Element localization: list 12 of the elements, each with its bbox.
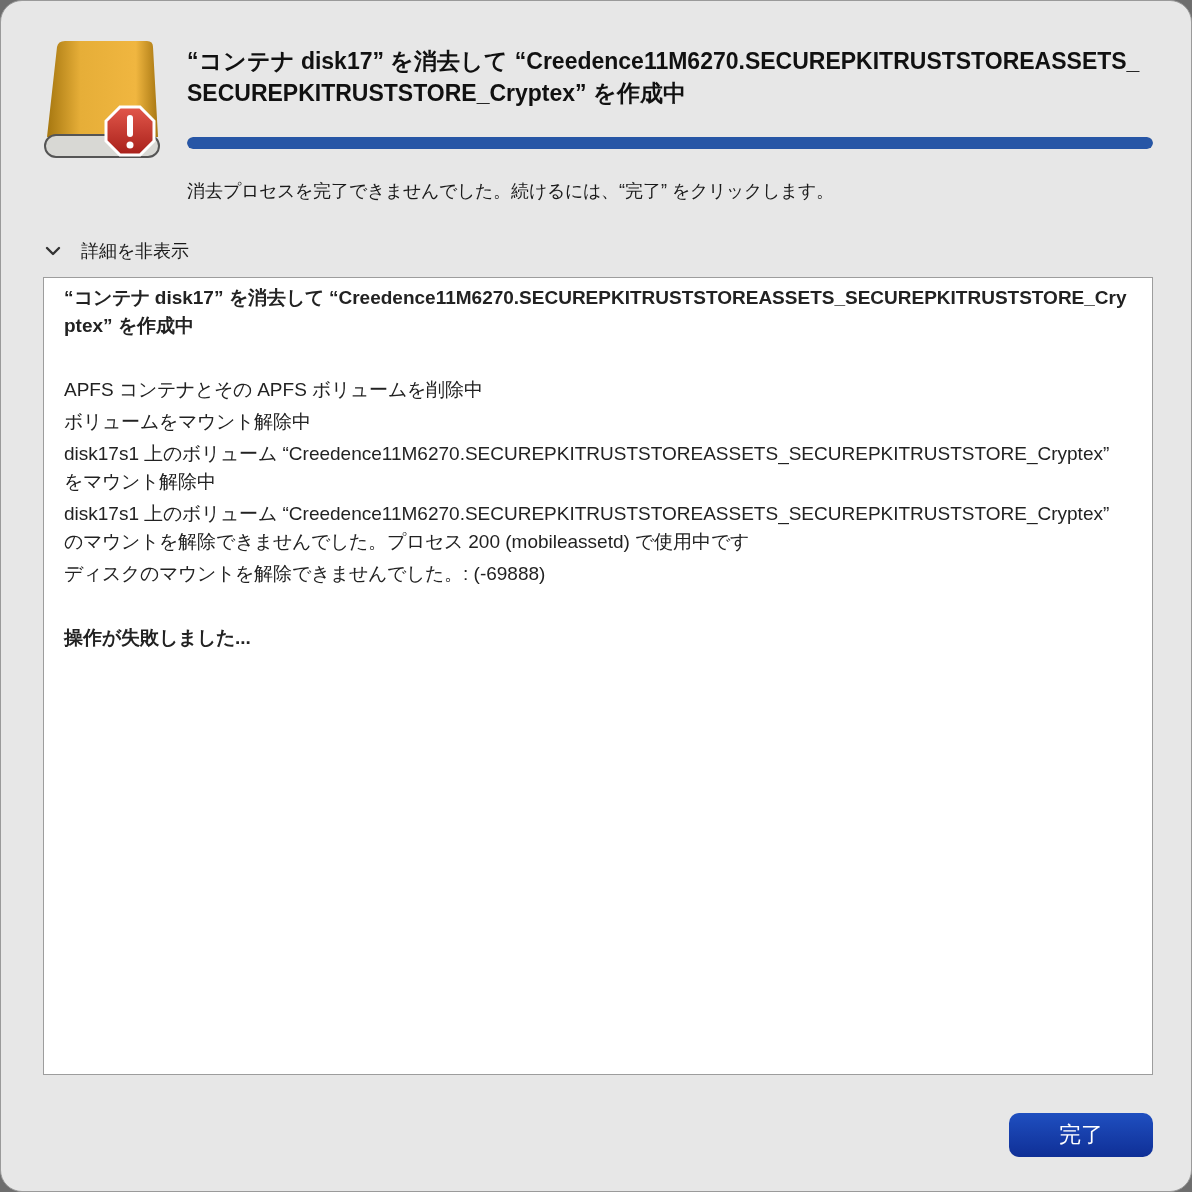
log-heading: 操作が失敗しました...	[64, 626, 252, 650]
toggle-label: 詳細を非表示	[81, 240, 189, 263]
dialog-title: “コンテナ disk17” を消去して “Creedence11M6270.SECUREPKITRUSTSTOREASSETS_SECUREPKITRUSTSTORE_Cryptex” を作成中	[187, 47, 1141, 108]
log-line: ボリュームをマウント解除中	[64, 410, 312, 434]
log-line: APFS コンテナとその APFS ボリュームを削除中	[64, 378, 485, 402]
log-line: ディスクのマウントを解除できませんでした。: (-69888)	[64, 562, 547, 586]
status-message: 消去プロセスを完了できませんでした。続けるには、“完了” をクリックします。	[187, 180, 835, 203]
details-toggle[interactable]: 詳細を非表示	[45, 239, 189, 263]
log-heading: “コンテナ disk17” を消去して “Creedence11M6270.SECUREPKITRUSTSTOREASSETS_SECUREPKITRUSTSTORE_Cryptex” を作成中	[64, 286, 1128, 338]
done-button[interactable]: 完了	[1009, 1113, 1153, 1157]
chevron-icon	[45, 246, 61, 256]
log-line: disk17s1 上のボリューム “Creedence11M6270.SECUREPKITRUSTSTOREASSETS_SECUREPKITRUSTSTORE_Cryptex” のマウントを解除できませんでした。プロセス 200 (mobileassetd) で使用中です	[64, 502, 1111, 554]
